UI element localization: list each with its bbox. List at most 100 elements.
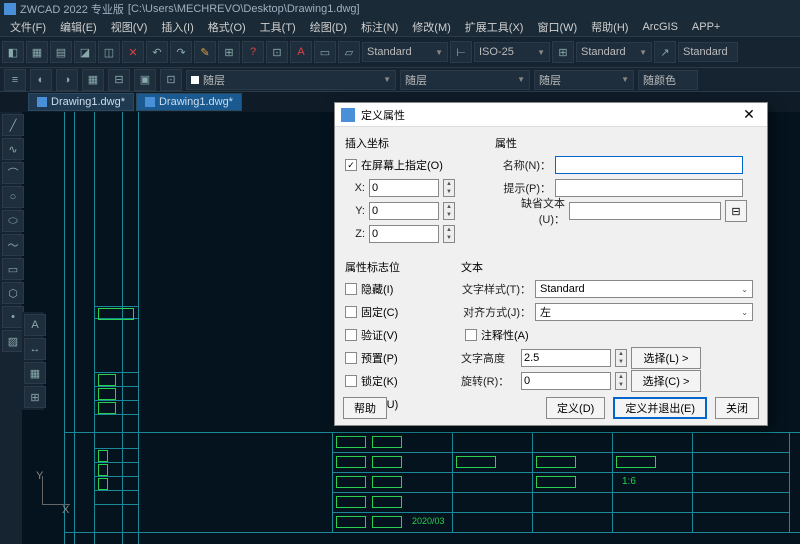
tool-btn[interactable]: ? — [242, 41, 264, 63]
default-browse-button[interactable]: ⊟ — [725, 200, 747, 222]
menu-dim[interactable]: 标注(N) — [355, 19, 404, 35]
close-icon[interactable]: ✕ — [737, 105, 761, 125]
close-button[interactable]: 关闭 — [715, 397, 759, 419]
file-tab-active[interactable]: Drawing1.dwg* — [136, 93, 242, 111]
default-input[interactable] — [569, 202, 721, 220]
layer-btn[interactable]: ▦ — [82, 69, 104, 91]
height-input[interactable] — [521, 349, 611, 367]
layer-combo2[interactable]: 随层▼ — [400, 70, 530, 90]
tool-btn[interactable]: ⊞ — [552, 41, 574, 63]
menu-app[interactable]: APP+ — [686, 21, 726, 33]
prompt-input[interactable] — [555, 179, 743, 197]
verify-label: 验证(V) — [361, 327, 398, 343]
tool-btn[interactable]: ✎ — [194, 41, 216, 63]
y-input[interactable] — [369, 202, 439, 220]
draw-spline[interactable]: ～ — [2, 234, 24, 256]
iso-combo[interactable]: ISO-25▼ — [474, 42, 550, 62]
layer-combo[interactable]: 随层▼ — [186, 70, 396, 90]
menu-insert[interactable]: 插入(I) — [155, 19, 199, 35]
draw-point[interactable]: • — [2, 306, 24, 328]
menu-edit[interactable]: 编辑(E) — [54, 19, 103, 35]
rot-input[interactable] — [521, 372, 611, 390]
z-spinner[interactable]: ▲▼ — [443, 225, 455, 243]
menu-view[interactable]: 视图(V) — [105, 19, 154, 35]
tool-btn[interactable]: ▦ — [26, 41, 48, 63]
layer-btn[interactable]: ▣ — [134, 69, 156, 91]
menu-draw[interactable]: 绘图(D) — [304, 19, 353, 35]
layer-btn[interactable]: ◐ — [30, 69, 52, 91]
layer-btn[interactable]: ≡ — [4, 69, 26, 91]
tool-btn[interactable]: ⊢ — [450, 41, 472, 63]
left-toolbar: ╱ ∿ ⌒ ○ ⬭ ～ ▭ ⬡ • ▨ — [0, 112, 22, 544]
chevron-down-icon: ▼ — [621, 75, 629, 84]
height-label: 文字高度 — [461, 350, 517, 366]
dialog-title: 定义属性 — [361, 107, 405, 123]
combo-text: Standard — [367, 46, 412, 58]
onscreen-checkbox[interactable]: ✓ — [345, 159, 357, 171]
define-button[interactable]: 定义(D) — [546, 397, 605, 419]
menu-arcgis[interactable]: ArcGIS — [636, 21, 683, 33]
draw-arc[interactable]: ⌒ — [2, 162, 24, 184]
height-pick-button[interactable]: 选择(L) > — [631, 347, 701, 369]
style3-combo[interactable]: Standard — [678, 42, 738, 62]
name-input[interactable] — [555, 156, 743, 174]
menu-format[interactable]: 格式(O) — [202, 19, 252, 35]
layer-btn[interactable]: ⊟ — [108, 69, 130, 91]
name-label: 名称(N)： — [495, 157, 551, 173]
layer-btn[interactable]: ◑ — [56, 69, 78, 91]
color-swatch — [191, 76, 199, 84]
draw-polyline[interactable]: ∿ — [2, 138, 24, 160]
x-input[interactable] — [369, 179, 439, 197]
height-spinner[interactable]: ▲▼ — [615, 349, 627, 367]
tool-btn[interactable]: ◧ — [2, 41, 24, 63]
tool-btn[interactable]: ↶ — [146, 41, 168, 63]
layer-btn[interactable]: ⊡ — [160, 69, 182, 91]
txtstyle-select[interactable]: Standard⌄ — [535, 280, 753, 298]
fixed-checkbox[interactable] — [345, 306, 357, 318]
tool-btn[interactable]: ↗ — [654, 41, 676, 63]
layer-combo4[interactable]: 随颜色 — [638, 70, 698, 90]
menu-modify[interactable]: 修改(M) — [406, 19, 457, 35]
draw-circle[interactable]: ○ — [2, 186, 24, 208]
tool-btn[interactable]: ✕ — [122, 41, 144, 63]
menu-window[interactable]: 窗口(W) — [531, 19, 583, 35]
annot-checkbox[interactable] — [465, 329, 477, 341]
menu-file[interactable]: 文件(F) — [4, 19, 52, 35]
define-exit-button[interactable]: 定义并退出(E) — [613, 397, 707, 419]
draw-rect[interactable]: ▭ — [2, 258, 24, 280]
y-spinner[interactable]: ▲▼ — [443, 202, 455, 220]
draw-ellipse[interactable]: ⬭ — [2, 210, 24, 232]
tool-btn[interactable]: ⊡ — [266, 41, 288, 63]
lock-label: 锁定(K) — [361, 373, 398, 389]
layer-combo3[interactable]: 随层▼ — [534, 70, 634, 90]
rot-pick-button[interactable]: 选择(C) > — [631, 370, 701, 392]
tool-btn[interactable]: A — [290, 41, 312, 63]
style2-combo[interactable]: Standard▼ — [576, 42, 652, 62]
hidden-checkbox[interactable] — [345, 283, 357, 295]
style-combo[interactable]: Standard▼ — [362, 42, 448, 62]
preset-checkbox[interactable] — [345, 352, 357, 364]
help-button[interactable]: 帮助 — [343, 397, 387, 419]
tool-btn[interactable]: ⊞ — [218, 41, 240, 63]
draw-line[interactable]: ╱ — [2, 114, 24, 136]
titlebar: ZWCAD 2022 专业版 [C:\Users\MECHREVO\Deskto… — [0, 0, 800, 18]
tool-btn[interactable]: ▭ — [314, 41, 336, 63]
default-label: 缺省文本(U)： — [495, 195, 565, 227]
align-select[interactable]: 左⌄ — [535, 303, 753, 321]
tool-btn[interactable]: ▤ — [50, 41, 72, 63]
rot-spinner[interactable]: ▲▼ — [615, 372, 627, 390]
tool-btn[interactable]: ▱ — [338, 41, 360, 63]
tool-btn[interactable]: ◪ — [74, 41, 96, 63]
draw-polygon[interactable]: ⬡ — [2, 282, 24, 304]
lock-checkbox[interactable] — [345, 375, 357, 387]
menu-ext[interactable]: 扩展工具(X) — [459, 19, 530, 35]
menu-tools[interactable]: 工具(T) — [254, 19, 302, 35]
tool-btn[interactable]: ↷ — [170, 41, 192, 63]
menu-help[interactable]: 帮助(H) — [585, 19, 634, 35]
file-tab[interactable]: Drawing1.dwg* — [28, 93, 134, 111]
z-input[interactable] — [369, 225, 439, 243]
tool-btn[interactable]: ◫ — [98, 41, 120, 63]
x-spinner[interactable]: ▲▼ — [443, 179, 455, 197]
draw-hatch[interactable]: ▨ — [2, 330, 24, 352]
verify-checkbox[interactable] — [345, 329, 357, 341]
